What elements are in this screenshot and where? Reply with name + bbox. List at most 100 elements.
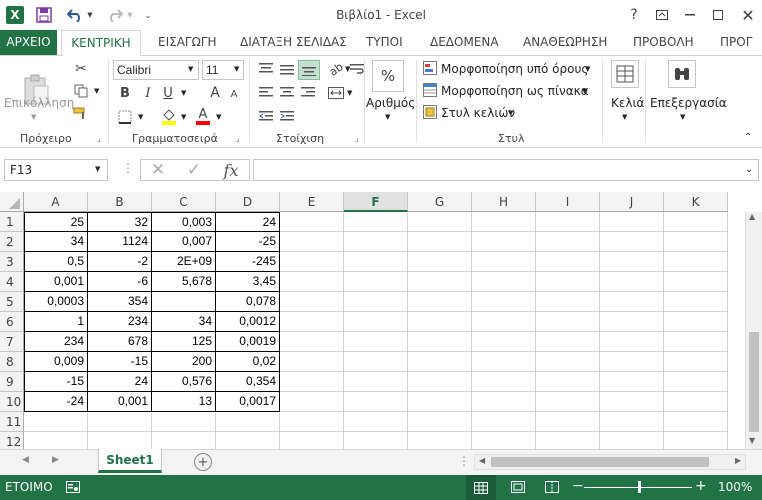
cell[interactable] bbox=[344, 352, 408, 372]
cell[interactable] bbox=[344, 232, 408, 252]
row-header[interactable]: 3 bbox=[0, 252, 24, 272]
cell[interactable] bbox=[472, 292, 536, 312]
zoom-slider-thumb[interactable] bbox=[638, 481, 641, 493]
cell[interactable]: 0,007 bbox=[152, 232, 216, 252]
row-header[interactable]: 9 bbox=[0, 372, 24, 392]
cell[interactable] bbox=[536, 332, 600, 352]
scroll-right-icon[interactable]: ▶ bbox=[735, 456, 741, 465]
cell[interactable] bbox=[344, 212, 408, 232]
redo-icon[interactable] bbox=[104, 5, 126, 25]
cell[interactable]: -2 bbox=[88, 252, 152, 272]
row-header[interactable]: 11 bbox=[0, 412, 24, 432]
cell[interactable] bbox=[600, 232, 664, 252]
vertical-scroll-thumb[interactable] bbox=[749, 332, 759, 432]
cell[interactable]: 0,0019 bbox=[216, 332, 280, 352]
cell[interactable] bbox=[536, 212, 600, 232]
cell[interactable]: 354 bbox=[88, 292, 152, 312]
scroll-up-icon[interactable]: ▲ bbox=[749, 212, 755, 221]
cell[interactable] bbox=[536, 372, 600, 392]
cell[interactable] bbox=[536, 312, 600, 332]
decrease-indent-icon[interactable] bbox=[256, 108, 276, 126]
cell[interactable] bbox=[536, 352, 600, 372]
column-header[interactable]: F bbox=[344, 192, 408, 212]
format-painter-icon[interactable] bbox=[72, 104, 90, 122]
close-icon[interactable]: ✕ bbox=[738, 5, 758, 25]
cell[interactable]: 0,001 bbox=[24, 272, 88, 292]
align-center-icon[interactable] bbox=[277, 84, 297, 102]
cell[interactable] bbox=[408, 372, 472, 392]
zoom-out-button[interactable]: − bbox=[572, 478, 584, 494]
binoculars-icon[interactable] bbox=[668, 60, 696, 88]
merge-dropdown-icon[interactable]: ▼ bbox=[347, 89, 352, 97]
cell[interactable] bbox=[408, 232, 472, 252]
tab-data[interactable]: ΔΕΔΟΜΕΝΑ bbox=[430, 35, 499, 49]
cell[interactable] bbox=[344, 272, 408, 292]
cell[interactable] bbox=[600, 312, 664, 332]
cancel-formula-icon[interactable]: ✕ bbox=[147, 160, 169, 180]
cell[interactable] bbox=[600, 292, 664, 312]
column-header[interactable]: H bbox=[472, 192, 536, 212]
cell[interactable]: -15 bbox=[24, 372, 88, 392]
cell-styles-dropdown-icon[interactable]: ▼ bbox=[508, 109, 513, 117]
formula-bar-handle-icon[interactable]: ⋮ bbox=[122, 161, 134, 175]
cell[interactable]: 234 bbox=[24, 332, 88, 352]
scroll-left-icon[interactable]: ◀ bbox=[479, 456, 485, 465]
cell[interactable]: 24 bbox=[216, 212, 280, 232]
column-header[interactable]: E bbox=[280, 192, 344, 212]
cell[interactable] bbox=[280, 292, 344, 312]
cell[interactable] bbox=[408, 312, 472, 332]
cell[interactable] bbox=[664, 352, 728, 372]
tab-page-layout[interactable]: ΔΙΑΤΑΞΗ ΣΕΛΙΔΑΣ bbox=[240, 35, 347, 49]
maximize-icon[interactable] bbox=[708, 6, 728, 24]
column-header[interactable]: B bbox=[88, 192, 152, 212]
cell[interactable] bbox=[408, 212, 472, 232]
cell[interactable]: 678 bbox=[88, 332, 152, 352]
row-header[interactable]: 8 bbox=[0, 352, 24, 372]
cell[interactable] bbox=[408, 272, 472, 292]
cell[interactable]: 0,0003 bbox=[24, 292, 88, 312]
normal-view-icon[interactable] bbox=[466, 475, 496, 500]
cell[interactable] bbox=[664, 332, 728, 352]
cell[interactable]: 0,0017 bbox=[216, 392, 280, 412]
add-sheet-icon[interactable]: + bbox=[194, 453, 212, 471]
cell[interactable] bbox=[280, 212, 344, 232]
horizontal-scroll-thumb[interactable] bbox=[491, 457, 709, 467]
cell[interactable] bbox=[88, 412, 152, 432]
cell[interactable] bbox=[344, 392, 408, 412]
cell[interactable] bbox=[280, 412, 344, 432]
undo-icon[interactable] bbox=[64, 5, 86, 25]
cell[interactable] bbox=[472, 412, 536, 432]
cell[interactable] bbox=[24, 412, 88, 432]
cell[interactable] bbox=[664, 212, 728, 232]
column-header[interactable]: I bbox=[536, 192, 600, 212]
cell[interactable]: 0,009 bbox=[24, 352, 88, 372]
tab-home[interactable]: ΚΕΝΤΡΙΚΗ bbox=[61, 30, 141, 56]
cell[interactable] bbox=[408, 392, 472, 412]
next-sheet-icon[interactable]: ▶ bbox=[52, 455, 59, 465]
font-color-icon[interactable]: A bbox=[194, 106, 212, 126]
expand-formula-icon[interactable]: ⌄ bbox=[745, 164, 753, 175]
borders-dropdown-icon[interactable]: ▼ bbox=[138, 113, 143, 121]
cell[interactable]: 125 bbox=[152, 332, 216, 352]
align-right-icon[interactable] bbox=[298, 84, 318, 102]
cell[interactable] bbox=[472, 272, 536, 292]
cell[interactable] bbox=[664, 232, 728, 252]
cell[interactable]: 3,45 bbox=[216, 272, 280, 292]
cell[interactable] bbox=[280, 352, 344, 372]
cell[interactable] bbox=[280, 392, 344, 412]
cell[interactable] bbox=[344, 372, 408, 392]
cells-dropdown-icon[interactable]: ▼ bbox=[622, 113, 627, 121]
cell[interactable] bbox=[600, 252, 664, 272]
cell[interactable] bbox=[408, 292, 472, 312]
cell[interactable]: -245 bbox=[216, 252, 280, 272]
shrink-font-icon[interactable]: A bbox=[228, 86, 240, 102]
conditional-format-dropdown-icon[interactable]: ▼ bbox=[585, 65, 590, 73]
fill-color-icon[interactable] bbox=[160, 106, 178, 126]
cell[interactable] bbox=[472, 252, 536, 272]
tab-review[interactable]: ΑΝΑΘΕΩΡΗΣΗ bbox=[523, 35, 607, 49]
row-header[interactable]: 4 bbox=[0, 272, 24, 292]
format-table-icon[interactable] bbox=[422, 82, 438, 98]
align-middle-icon[interactable] bbox=[277, 60, 297, 78]
enter-formula-icon[interactable]: ✓ bbox=[183, 160, 205, 180]
column-header[interactable]: A bbox=[24, 192, 88, 212]
